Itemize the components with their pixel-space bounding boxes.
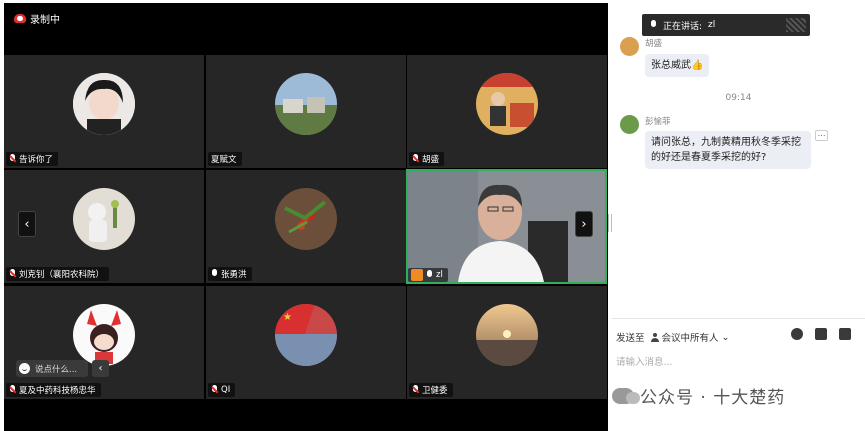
message-composer: 发送至 会议中所有人 ⌄ 请输入消息... 公众号 · 十大楚药 bbox=[612, 318, 865, 431]
recording-label: 录制中 bbox=[30, 15, 60, 26]
participant-tile[interactable]: 夏及中药科技杨忠华 bbox=[4, 286, 204, 399]
mic-icon bbox=[650, 20, 657, 30]
avatar bbox=[73, 73, 135, 135]
person-icon bbox=[650, 332, 659, 342]
quick-chat-input[interactable]: 说点什么... bbox=[16, 360, 88, 377]
folder-icon[interactable] bbox=[815, 328, 827, 340]
send-to-selector[interactable]: 发送至 会议中所有人 ⌄ bbox=[616, 330, 730, 345]
collapse-chat-button[interactable]: ‹ bbox=[92, 360, 109, 377]
participant-tile[interactable]: 张勇洪 bbox=[206, 170, 406, 283]
participant-name: 张勇洪 bbox=[208, 267, 252, 281]
participant-name: 夏及中药科技杨忠华 bbox=[6, 383, 101, 397]
avatar bbox=[476, 304, 538, 366]
mic-muted-icon bbox=[412, 154, 419, 164]
wechat-icon bbox=[612, 387, 640, 404]
participant-name: 刘克钊（襄阳农科院） bbox=[6, 267, 110, 281]
message-input[interactable]: 请输入消息... bbox=[616, 354, 673, 368]
mic-muted-icon bbox=[9, 269, 16, 279]
avatar bbox=[73, 304, 135, 366]
mic-icon bbox=[211, 269, 218, 279]
participant-grid: 告诉你了 夏赋文 胡盛 刘克钊（襄阳农科院） 张勇洪 zl 夏及中药科技杨忠华 … bbox=[4, 55, 608, 399]
recording-icon bbox=[14, 14, 26, 23]
participant-name: 夏赋文 bbox=[208, 152, 242, 166]
chat-panel: 正在讲话: zl 胡盛 张总威武👍 09:14 彭愉菲 请问张总，九制黄精用秋冬… bbox=[612, 0, 865, 431]
prev-page-button[interactable]: ‹ bbox=[18, 211, 36, 237]
video-area: 录制中 告诉你了 夏赋文 胡盛 刘克钊（襄阳农科院） 张勇洪 zl 夏及中药科技… bbox=[4, 3, 608, 431]
avatar bbox=[275, 73, 337, 135]
message-bubble[interactable]: 张总威武👍 bbox=[645, 54, 710, 77]
participant-name: QI bbox=[208, 383, 236, 397]
participant-tile[interactable]: 告诉你了 bbox=[4, 55, 204, 168]
host-icon bbox=[411, 269, 423, 281]
mic-muted-icon bbox=[9, 154, 16, 164]
participant-name: 胡盛 bbox=[409, 152, 445, 166]
participant-name: 卫健委 bbox=[409, 383, 453, 397]
participant-tile[interactable]: 胡盛 bbox=[407, 55, 607, 168]
message-bubble[interactable]: 请问张总，九制黄精用秋冬季采挖的好还是春夏季采挖的好? bbox=[645, 131, 811, 169]
mic-muted-icon bbox=[211, 385, 218, 395]
announce-icon[interactable] bbox=[839, 328, 851, 340]
watermark: 公众号 · 十大楚药 bbox=[612, 383, 865, 408]
meeting-window: 录制中 告诉你了 夏赋文 胡盛 刘克钊（襄阳农科院） 张勇洪 zl 夏及中药科技… bbox=[0, 0, 865, 431]
avatar bbox=[73, 188, 135, 250]
svg-text:★: ★ bbox=[283, 312, 292, 323]
speaking-indicator: 正在讲话: zl bbox=[642, 14, 810, 36]
next-page-button[interactable]: › bbox=[575, 211, 593, 237]
participant-tile[interactable]: 卫健委 bbox=[407, 286, 607, 399]
message-sender: 胡盛 bbox=[645, 39, 663, 49]
emoji-icon bbox=[19, 363, 30, 374]
avatar bbox=[476, 73, 538, 135]
speaking-wave-icon bbox=[786, 18, 806, 32]
participant-name: zl bbox=[408, 268, 448, 282]
message-timestamp: 09:14 bbox=[725, 93, 752, 103]
participant-tile[interactable]: 夏赋文 bbox=[206, 55, 406, 168]
participant-name: 告诉你了 bbox=[6, 152, 59, 166]
mic-muted-icon bbox=[9, 385, 16, 395]
avatar bbox=[620, 115, 639, 134]
recipient-dropdown[interactable]: 会议中所有人 ⌄ bbox=[650, 330, 730, 344]
mic-muted-icon bbox=[412, 385, 419, 395]
composer-tools bbox=[791, 328, 851, 340]
chevron-down-icon: ⌄ bbox=[721, 331, 730, 343]
avatar bbox=[275, 188, 337, 250]
mic-icon bbox=[426, 270, 433, 280]
video-topbar: 录制中 bbox=[4, 3, 608, 55]
message-sender: 彭愉菲 bbox=[645, 117, 671, 127]
more-options-icon[interactable]: ⋯ bbox=[815, 130, 828, 141]
emoji-icon[interactable] bbox=[791, 328, 803, 340]
avatar bbox=[620, 37, 639, 56]
avatar: ★ bbox=[275, 304, 337, 366]
recording-indicator[interactable]: 录制中 bbox=[14, 11, 60, 26]
participant-tile[interactable]: ★ QI bbox=[206, 286, 406, 399]
